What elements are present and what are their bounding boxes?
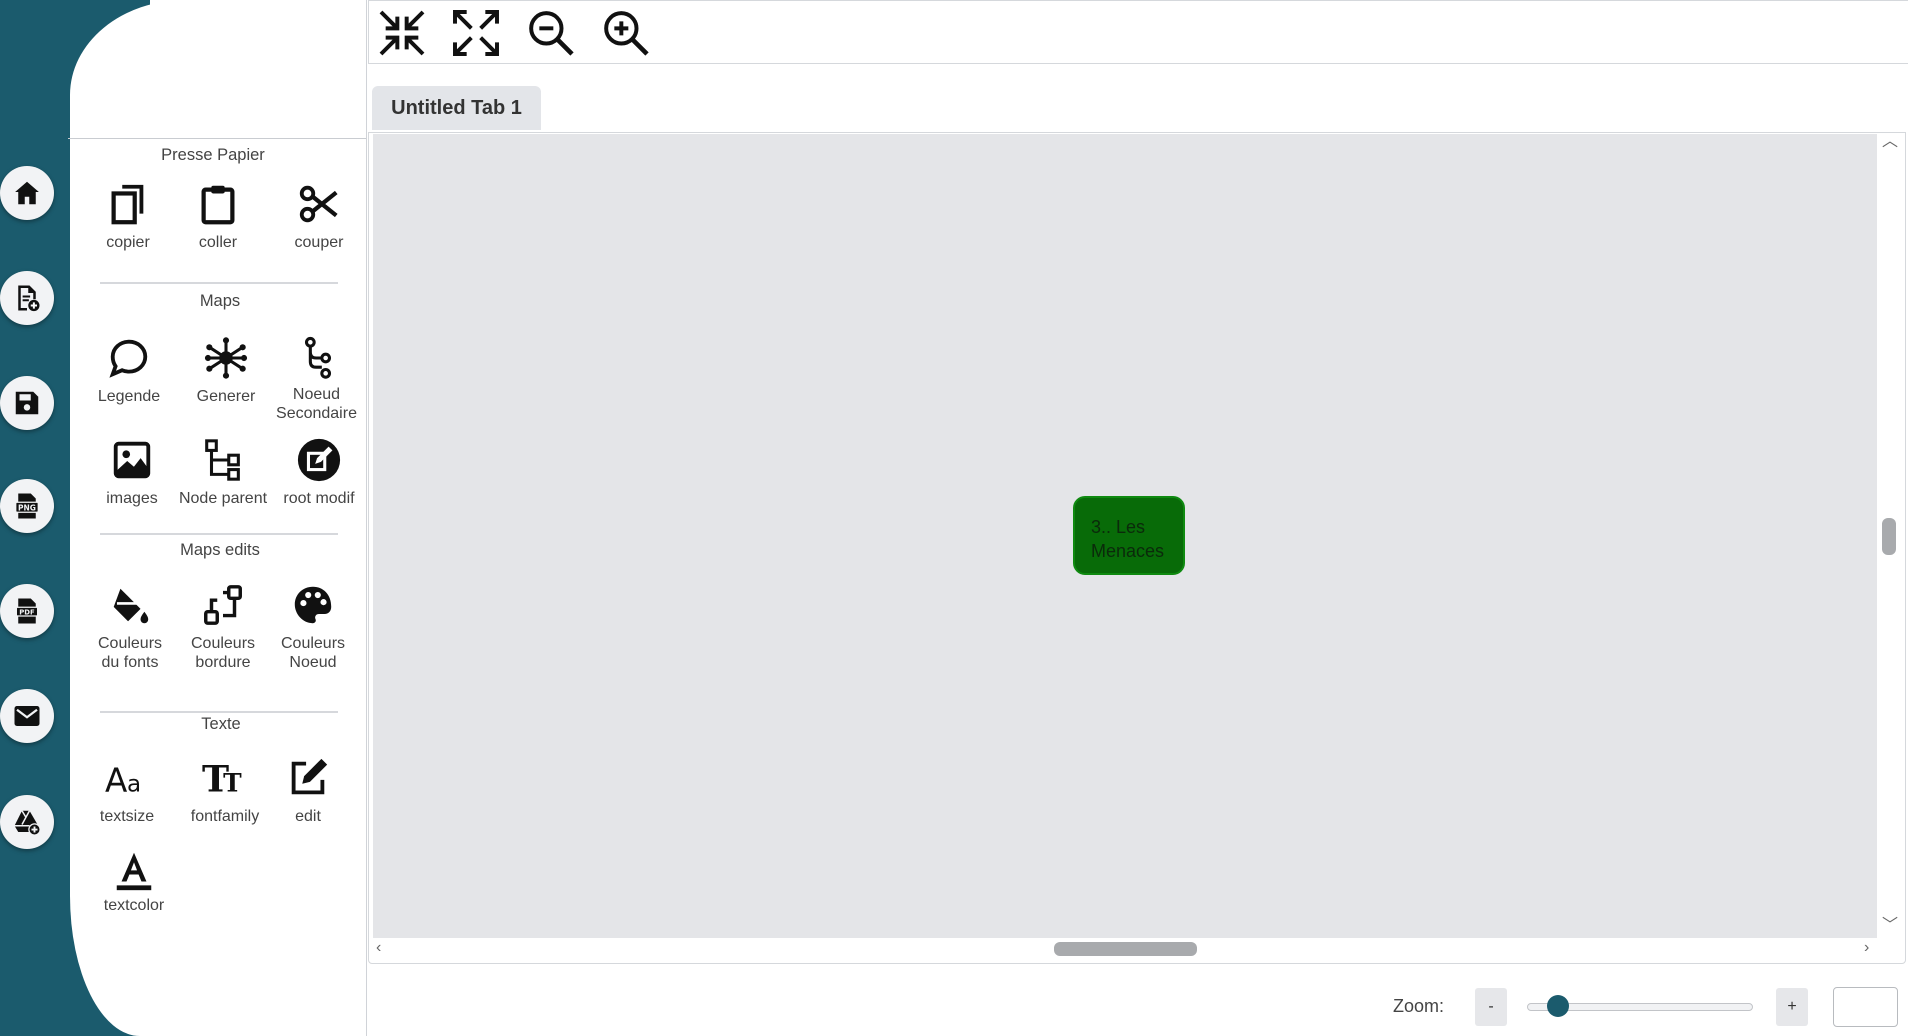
palette-icon [294, 586, 332, 624]
branch-icon [304, 336, 332, 379]
section-title-maps-edits: Maps edits [180, 541, 260, 559]
tree-structure-icon [205, 439, 240, 481]
panel-right-border [366, 0, 367, 1036]
node-parent-label: Node parent [178, 490, 268, 507]
font-color-fill-label: Couleurs du fonts [97, 635, 163, 671]
border-shapes-icon [204, 585, 242, 625]
export-png-icon: PNG [15, 493, 39, 519]
section-divider [100, 533, 338, 535]
section-divider [100, 711, 338, 713]
root-modify-button[interactable]: root modif [269, 435, 369, 508]
edit-circle-icon [297, 438, 341, 482]
generate-label: Generer [196, 388, 256, 405]
images-label: images [106, 490, 158, 507]
cut-label: couper [294, 234, 344, 251]
export-pdf-button[interactable]: PDF [0, 584, 54, 638]
legend-button[interactable]: Legende [79, 333, 179, 406]
section-title-clipboard: Presse Papier [161, 146, 265, 164]
svg-text:T: T [223, 768, 242, 797]
save-icon [15, 391, 39, 415]
section-title-text: Texte [201, 715, 241, 733]
google-drive-button[interactable] [0, 795, 54, 849]
scroll-right-arrow[interactable]: › [1864, 940, 1869, 956]
legend-label: Legende [97, 388, 161, 405]
scroll-down-arrow[interactable]: ﹀ [1882, 918, 1898, 934]
new-file-icon [18, 285, 40, 312]
expand-icon [453, 10, 499, 56]
scroll-up-arrow[interactable]: ︿ [1882, 134, 1898, 150]
text-color-label: textcolor [103, 897, 165, 914]
section-title-maps: Maps [199, 292, 241, 310]
google-drive-add-icon [14, 810, 41, 836]
zoom-slider-thumb[interactable] [1547, 995, 1570, 1017]
font-family-icon: TT [202, 757, 242, 800]
mail-button[interactable] [0, 689, 54, 743]
copy-label: copier [106, 234, 150, 251]
copy-icon [111, 184, 144, 225]
speech-bubble-icon [109, 339, 148, 378]
zoom-out-icon [529, 11, 574, 56]
network-hub-icon [204, 337, 248, 379]
paste-button[interactable]: coller [168, 179, 268, 252]
home-icon [15, 181, 39, 205]
node-color-label: Couleurs Noeud [280, 635, 346, 671]
zoom-value-input[interactable] [1833, 987, 1898, 1027]
horizontal-scroll-thumb[interactable] [1054, 942, 1197, 956]
new-file-button[interactable] [0, 271, 54, 325]
text-size-icon: Aa [105, 761, 141, 799]
edit-button[interactable]: edit [258, 753, 358, 826]
images-button[interactable]: images [82, 435, 182, 508]
panel-top-divider [68, 138, 366, 139]
border-color-label: Couleurs bordure [190, 635, 256, 671]
image-icon [113, 441, 151, 479]
zoom-in-button[interactable] [597, 5, 655, 61]
expand-button[interactable] [447, 5, 505, 61]
save-button[interactable] [0, 376, 54, 430]
app-root: PNG PDF Presse Papier copier coller coup… [0, 0, 1908, 1036]
zoom-in-icon [604, 11, 649, 56]
zoom-plus-button[interactable]: + [1776, 988, 1808, 1026]
cut-button[interactable]: couper [269, 179, 369, 252]
root-modify-label: root modif [283, 490, 355, 507]
edit-pencil-icon [291, 758, 328, 795]
section-divider [100, 282, 338, 284]
svg-text:PDF: PDF [19, 609, 35, 617]
font-color-fill-button[interactable]: Couleurs du fonts [80, 580, 180, 672]
paste-label: coller [198, 234, 238, 251]
svg-text:PNG: PNG [18, 503, 36, 512]
text-color-icon [116, 852, 152, 891]
top-toolbar [368, 0, 1908, 64]
mindmap-node[interactable]: 3.. Les Menaces [1073, 496, 1185, 575]
font-family-label: fontfamily [190, 808, 260, 825]
export-pdf-icon: PDF [15, 598, 39, 624]
zoom-out-button[interactable] [522, 5, 580, 61]
zoom-minus-button[interactable]: - [1475, 988, 1507, 1026]
generate-button[interactable]: Generer [176, 333, 276, 406]
text-color-button[interactable]: textcolor [84, 846, 184, 915]
collapse-icon [379, 10, 425, 56]
clipboard-icon [201, 185, 235, 225]
home-button[interactable] [0, 166, 54, 220]
zoom-label: Zoom: [1393, 996, 1445, 1016]
export-png-button[interactable]: PNG [0, 479, 54, 533]
edit-label: edit [295, 808, 321, 825]
vertical-scroll-thumb[interactable] [1882, 518, 1896, 555]
secondary-node-label: Noeud Secondaire [276, 386, 357, 422]
svg-text:A: A [105, 761, 128, 799]
text-size-button[interactable]: Aa textsize [77, 753, 177, 826]
text-size-label: textsize [99, 808, 155, 825]
scroll-left-arrow[interactable]: ‹ [376, 940, 381, 956]
tab-untitled-1[interactable]: Untitled Tab 1 [372, 86, 541, 130]
node-parent-button[interactable]: Node parent [173, 435, 273, 508]
paint-bucket-icon [113, 588, 149, 624]
secondary-node-button[interactable]: Noeud Secondaire [268, 333, 368, 423]
collapse-button[interactable] [373, 5, 431, 61]
svg-text:a: a [127, 771, 141, 797]
mail-icon [14, 706, 40, 726]
node-color-button[interactable]: Couleurs Noeud [263, 580, 363, 672]
border-color-button[interactable]: Couleurs bordure [173, 580, 273, 672]
copy-button[interactable]: copier [78, 179, 178, 252]
scissors-icon [299, 185, 338, 223]
